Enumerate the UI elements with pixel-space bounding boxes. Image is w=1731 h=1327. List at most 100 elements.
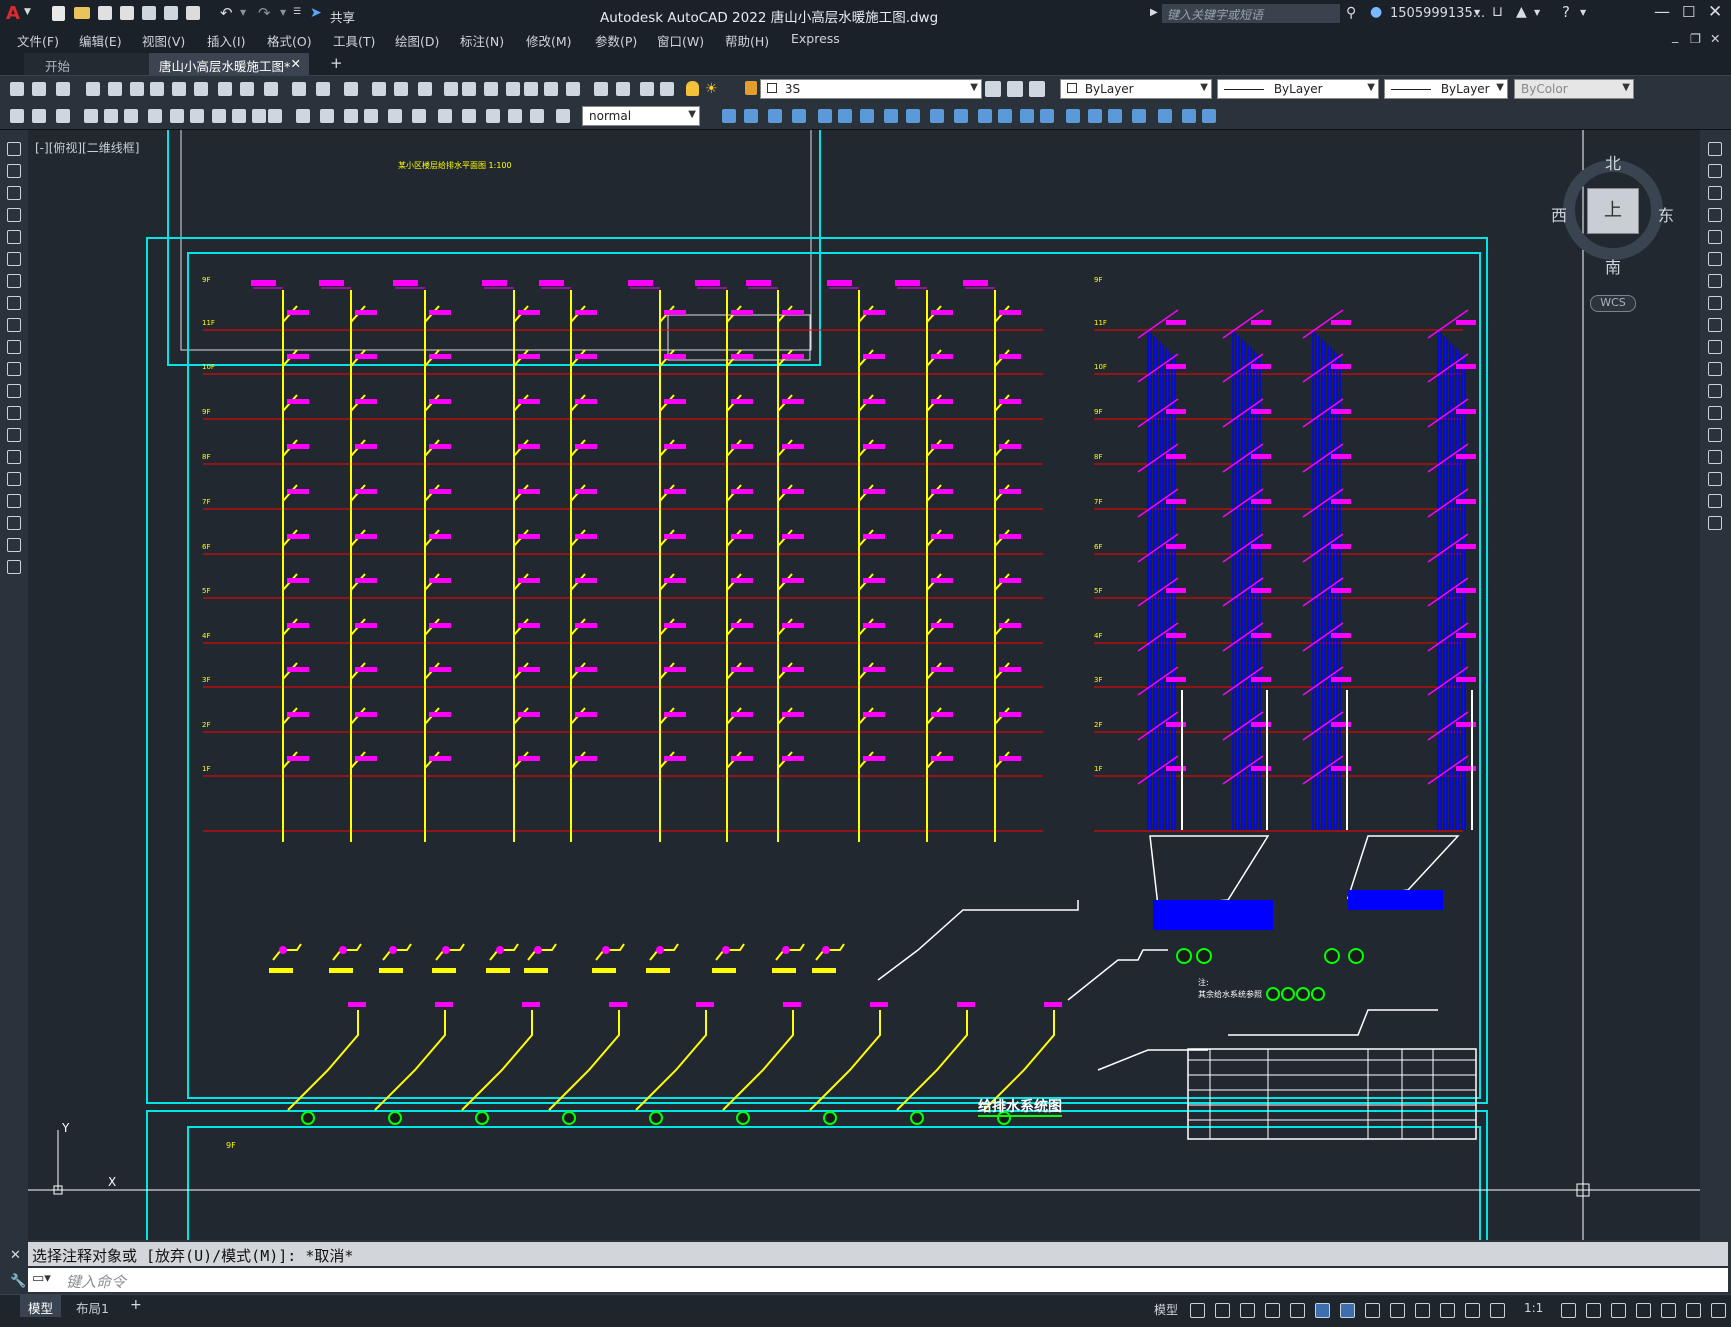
dimension-edit-icon[interactable] xyxy=(388,109,402,123)
quick-dimension-icon[interactable] xyxy=(190,109,204,123)
annotation-monitor-icon[interactable] xyxy=(1561,1303,1576,1318)
doc-close-icon[interactable]: ✕ xyxy=(1710,31,1720,46)
extend-icon[interactable] xyxy=(998,109,1012,123)
aligned-dimension-icon[interactable] xyxy=(32,109,46,123)
quick-access-more-icon[interactable]: ☰ xyxy=(293,7,301,17)
angular-icon[interactable] xyxy=(170,109,184,123)
rotate-icon[interactable] xyxy=(1708,274,1722,288)
move-icon[interactable] xyxy=(884,109,898,123)
compass-south[interactable]: 南 xyxy=(1605,254,1621,278)
object-track-icon[interactable] xyxy=(1315,1303,1330,1318)
search-input[interactable]: 键入关键字或短语 xyxy=(1162,4,1340,23)
break-point-icon[interactable] xyxy=(1708,406,1722,420)
break-icon[interactable] xyxy=(268,109,282,123)
markup-icon[interactable] xyxy=(484,82,498,96)
layer-match-icon[interactable] xyxy=(1007,81,1023,97)
osnap-icon[interactable] xyxy=(1340,1303,1355,1318)
plot-icon[interactable] xyxy=(186,6,200,20)
help-dropdown-icon[interactable]: ▼ xyxy=(1580,8,1586,17)
pan-icon[interactable] xyxy=(292,82,306,96)
trim-icon[interactable] xyxy=(1708,340,1722,354)
new-icon[interactable] xyxy=(10,82,24,96)
explode-icon[interactable] xyxy=(1108,109,1122,123)
point-icon[interactable] xyxy=(7,428,21,442)
freeze-icon[interactable]: ☀ xyxy=(705,81,721,97)
undo-dropdown-icon[interactable]: ▼ xyxy=(240,8,246,17)
user-name[interactable]: 1505999135... xyxy=(1390,6,1485,21)
search-expand-icon[interactable]: ▶ xyxy=(1150,7,1158,18)
revcloud-icon[interactable] xyxy=(7,296,21,310)
hatch-icon[interactable] xyxy=(1202,109,1216,123)
new-tab-icon[interactable]: + xyxy=(320,51,353,73)
break-at-point-icon[interactable] xyxy=(1020,109,1034,123)
erase-icon[interactable] xyxy=(1708,142,1722,156)
layer-off-icon[interactable] xyxy=(744,109,758,123)
open-file-icon[interactable] xyxy=(74,7,90,19)
linetype-dropdown[interactable]: ByLayer ▼ xyxy=(1217,79,1379,99)
redo-dropdown-icon[interactable]: ▼ xyxy=(280,8,286,17)
auto-scale-icon[interactable] xyxy=(1465,1303,1480,1318)
grid-icon[interactable] xyxy=(1190,1303,1205,1318)
compass-north[interactable]: 北 xyxy=(1605,150,1621,174)
chamfer-icon[interactable] xyxy=(1708,450,1722,464)
wcs-button[interactable]: WCS xyxy=(1590,295,1636,312)
zoom-realtime-icon[interactable] xyxy=(316,82,330,96)
graphics-performance-icon[interactable] xyxy=(1686,1303,1701,1318)
fillet-icon[interactable] xyxy=(1708,472,1722,486)
view-cube[interactable]: 上 北 南 东 西 WCS xyxy=(1551,150,1674,312)
layer-previous-icon[interactable] xyxy=(1029,81,1045,97)
update-icon[interactable] xyxy=(438,109,452,123)
fillet-icon[interactable] xyxy=(1088,109,1102,123)
compass-east[interactable]: 东 xyxy=(1658,202,1674,226)
mirror-icon[interactable] xyxy=(1708,186,1722,200)
continue-icon[interactable] xyxy=(232,109,246,123)
text-edit-icon[interactable] xyxy=(412,109,426,123)
arc-length-icon[interactable] xyxy=(56,109,70,123)
calculator-icon[interactable] xyxy=(506,82,520,96)
new-icon[interactable] xyxy=(566,82,580,96)
menu-view[interactable]: 视图(V) xyxy=(142,31,185,50)
menu-help[interactable]: 帮助(H) xyxy=(725,31,769,50)
save-icon[interactable] xyxy=(98,6,112,20)
paste-icon[interactable] xyxy=(194,82,208,96)
arc-icon[interactable] xyxy=(7,252,21,266)
mirror-icon[interactable] xyxy=(818,109,832,123)
menu-file[interactable]: 文件(F) xyxy=(17,31,59,50)
doc-minimize-icon[interactable]: _ xyxy=(1672,28,1678,43)
jogged-icon[interactable] xyxy=(124,109,138,123)
design-center-icon[interactable] xyxy=(418,82,432,96)
menu-format[interactable]: 格式(O) xyxy=(267,31,312,50)
region-icon[interactable] xyxy=(7,494,21,508)
baseline-icon[interactable] xyxy=(212,109,226,123)
autodesk-app-icon[interactable]: ▲ xyxy=(1516,4,1527,20)
command-prompt-icon[interactable]: ▭▾ xyxy=(32,1271,51,1286)
mtext-icon[interactable] xyxy=(7,538,21,552)
jogged-linear-icon[interactable] xyxy=(364,109,378,123)
doc-restore-icon[interactable]: ❐ xyxy=(1690,31,1701,46)
workspace-icon[interactable] xyxy=(1490,1303,1505,1318)
command-close-icon[interactable]: ✕ xyxy=(10,1248,21,1263)
chamfer-icon[interactable] xyxy=(1066,109,1080,123)
undo-icon[interactable]: ↶ xyxy=(220,4,233,22)
app-dropdown-icon[interactable]: ▼ xyxy=(1534,8,1540,17)
tab-document[interactable]: 唐山小高层水暖施工图* ✕ xyxy=(149,53,309,75)
extend-icon[interactable] xyxy=(1708,362,1722,376)
clean-screen-icon[interactable] xyxy=(1711,1303,1726,1318)
new-file-icon[interactable] xyxy=(52,6,65,21)
menu-draw[interactable]: 绘图(D) xyxy=(395,31,439,50)
layer-isolate-icon[interactable] xyxy=(722,109,736,123)
user-icon[interactable]: ● xyxy=(1370,4,1382,20)
menu-modify[interactable]: 修改(M) xyxy=(526,31,572,50)
layer-state-icon[interactable] xyxy=(686,81,699,96)
copy-icon[interactable] xyxy=(172,82,186,96)
tab-start[interactable]: 开始 xyxy=(24,53,149,75)
open-icon[interactable] xyxy=(594,82,608,96)
ortho-icon[interactable] xyxy=(1240,1303,1255,1318)
lineweight-dropdown[interactable]: ByLayer ▼ xyxy=(1384,79,1508,99)
view-cube-face[interactable]: 上 xyxy=(1587,188,1639,234)
layer-dropdown[interactable]: 3S ▼ xyxy=(760,79,982,99)
join-icon[interactable] xyxy=(1708,428,1722,442)
ellipse-icon[interactable] xyxy=(7,340,21,354)
match-properties-icon[interactable] xyxy=(218,82,232,96)
center-mark-icon[interactable] xyxy=(320,109,334,123)
